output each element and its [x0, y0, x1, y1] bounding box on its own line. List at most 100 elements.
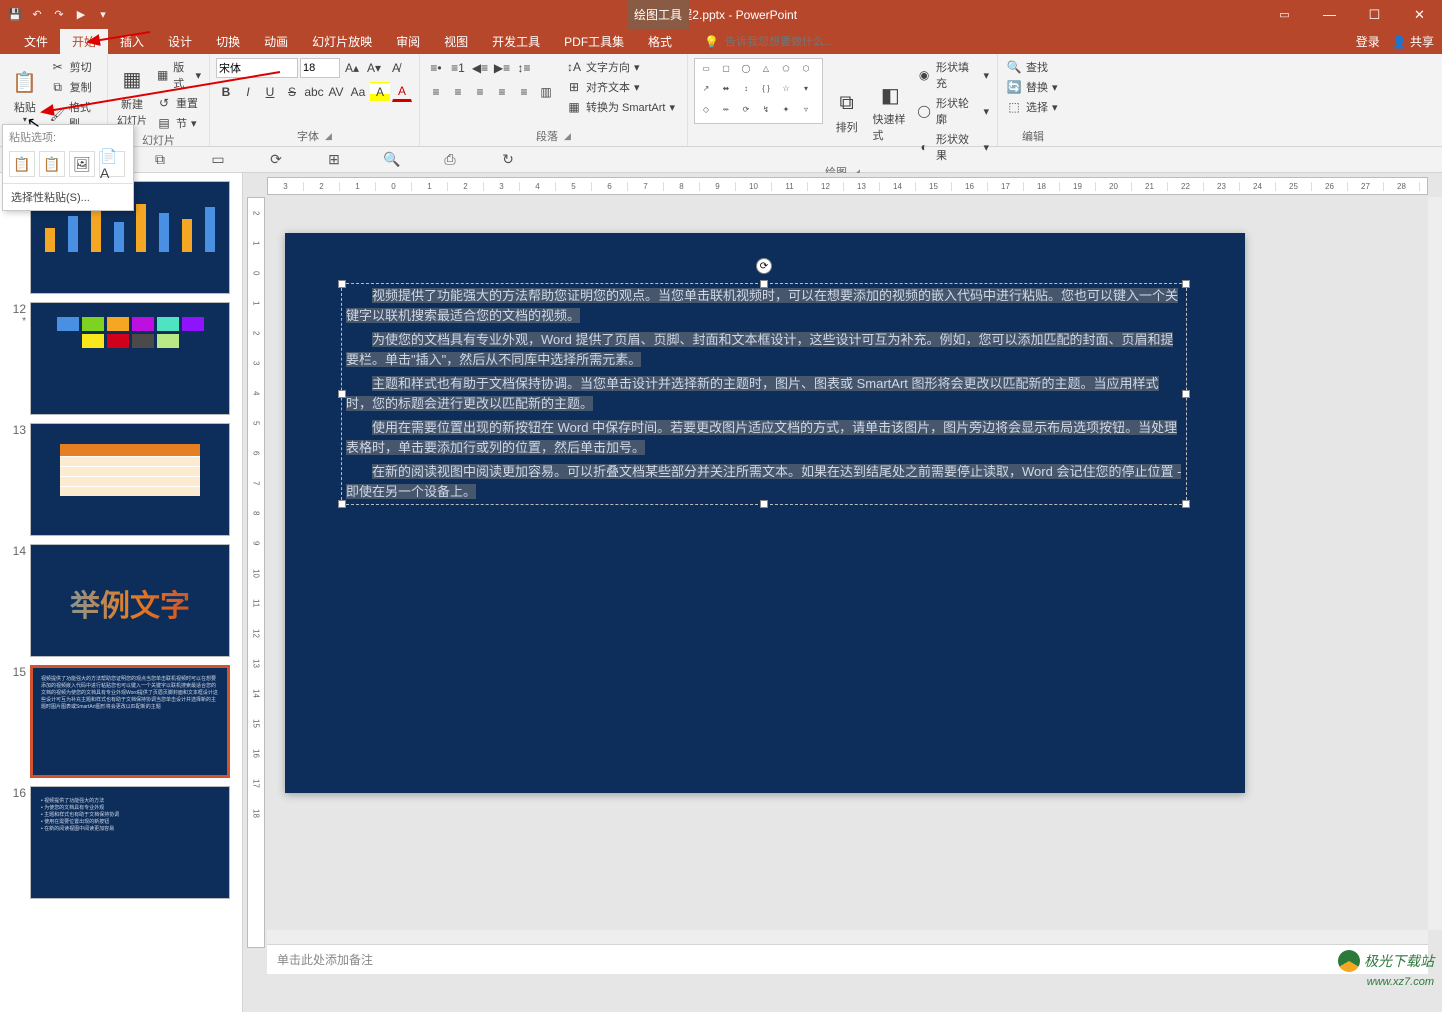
resize-handle[interactable]	[1182, 280, 1190, 288]
numbering-button[interactable]: ≡1	[448, 58, 468, 78]
paste-option-keep-source[interactable]: 📋	[39, 151, 65, 177]
font-color-button[interactable]: A	[392, 82, 412, 102]
horizontal-ruler[interactable]: 3210123456789101112131415161718192021222…	[267, 177, 1428, 195]
shadow-button[interactable]: abc	[304, 82, 324, 102]
replace-button[interactable]: 🔄替换▾	[1004, 78, 1062, 96]
slide-text-p3[interactable]: 主题和样式也有助于文档保持协调。当您单击设计并选择新的主题时，图片、图表或 Sm…	[342, 372, 1186, 416]
align-text-button[interactable]: ⊞对齐文本▾	[564, 78, 677, 96]
slide-thumbnail-12[interactable]	[30, 302, 230, 415]
tab-design[interactable]: 设计	[156, 29, 204, 54]
underline-button[interactable]: U	[260, 82, 280, 102]
slide-thumbnail-panel[interactable]: 12* 13 14 举例文字 15 视频提供了功能强大的方法帮助您证明您的观点当…	[0, 173, 243, 1012]
qat-icon-7[interactable]: ↻	[498, 150, 518, 170]
resize-handle[interactable]	[338, 500, 346, 508]
undo-icon[interactable]: ↶	[28, 6, 46, 24]
save-icon[interactable]: 💾	[6, 6, 24, 24]
paste-special-button[interactable]: 选择性粘贴(S)...	[3, 183, 133, 210]
minimize-button[interactable]: —	[1307, 0, 1352, 29]
decrease-indent-button[interactable]: ◀≡	[470, 58, 490, 78]
select-button[interactable]: ⬚选择▾	[1004, 98, 1062, 116]
layout-button[interactable]: ▦版式▾	[154, 58, 203, 92]
dialog-launcher-icon[interactable]: ◢	[564, 131, 571, 142]
current-slide[interactable]: ⟳ 视频提供了功能强大的方法帮助您证明您的观点。当您单击联机视频时，可以在想要添…	[285, 233, 1245, 793]
slide-text-p2[interactable]: 为使您的文档具有专业外观，Word 提供了页眉、页脚、封面和文本框设计，这些设计…	[342, 328, 1186, 372]
resize-handle[interactable]	[1182, 390, 1190, 398]
cut-button[interactable]: ✂剪切	[48, 58, 101, 76]
notes-pane[interactable]: 单击此处添加备注	[267, 944, 1428, 974]
change-case-button[interactable]: Aa	[348, 82, 368, 102]
align-center-button[interactable]: ≡	[448, 82, 468, 102]
tab-slideshow[interactable]: 幻灯片放映	[300, 29, 384, 54]
tab-home[interactable]: 开始	[60, 29, 108, 54]
qat-icon-4[interactable]: ⊞	[324, 150, 344, 170]
font-name-input[interactable]	[216, 58, 298, 78]
share-button[interactable]: 👤 共享	[1392, 33, 1434, 50]
copy-button[interactable]: ⧉复制	[48, 78, 101, 96]
resize-handle[interactable]	[338, 280, 346, 288]
start-from-beginning-icon[interactable]: ▶	[72, 6, 90, 24]
resize-handle[interactable]	[338, 390, 346, 398]
distributed-button[interactable]: ≡	[514, 82, 534, 102]
slide-text-p1[interactable]: 视频提供了功能强大的方法帮助您证明您的观点。当您单击联机视频时，可以在想要添加的…	[342, 284, 1186, 328]
line-spacing-button[interactable]: ↕≡	[514, 58, 534, 78]
horizontal-scrollbar[interactable]	[267, 930, 1428, 944]
textbox-selected[interactable]: ⟳ 视频提供了功能强大的方法帮助您证明您的观点。当您单击联机视频时，可以在想要添…	[341, 283, 1187, 505]
slide-thumbnail-13[interactable]	[30, 423, 230, 536]
resize-handle[interactable]	[760, 500, 768, 508]
bold-button[interactable]: B	[216, 82, 236, 102]
align-right-button[interactable]: ≡	[470, 82, 490, 102]
tab-developer[interactable]: 开发工具	[480, 29, 552, 54]
close-button[interactable]: ✕	[1397, 0, 1442, 29]
tab-animations[interactable]: 动画	[252, 29, 300, 54]
tell-me[interactable]: 💡	[704, 35, 875, 49]
font-size-input[interactable]	[300, 58, 340, 78]
char-spacing-button[interactable]: AV	[326, 82, 346, 102]
shape-outline-button[interactable]: ◯形状轮廓▾	[914, 94, 991, 128]
tab-transitions[interactable]: 切换	[204, 29, 252, 54]
ribbon-display-icon[interactable]: ▭	[1262, 0, 1307, 29]
qat-icon-6[interactable]: ⎙	[440, 150, 460, 170]
clear-format-icon[interactable]: A̸	[386, 58, 406, 78]
slide-text-p4[interactable]: 使用在需要位置出现的新按钮在 Word 中保存时间。若要更改图片适应文档的方式，…	[342, 416, 1186, 460]
align-left-button[interactable]: ≡	[426, 82, 446, 102]
qat-icon-2[interactable]: ▭	[208, 150, 228, 170]
dialog-launcher-icon[interactable]: ◢	[325, 131, 332, 142]
section-button[interactable]: ▤节▾	[154, 114, 203, 132]
tab-file[interactable]: 文件	[12, 29, 60, 54]
bullets-button[interactable]: ≡•	[426, 58, 446, 78]
increase-font-icon[interactable]: A▴	[342, 58, 362, 78]
slide-thumbnail-14[interactable]: 举例文字	[30, 544, 230, 657]
tab-review[interactable]: 审阅	[384, 29, 432, 54]
paste-option-text-only[interactable]: 📄A	[99, 151, 125, 177]
paste-option-dest-theme[interactable]: 📋	[9, 151, 35, 177]
convert-smartart-button[interactable]: ▦转换为 SmartArt▾	[564, 98, 677, 116]
new-slide-button[interactable]: ▦ 新建 幻灯片	[114, 58, 150, 132]
tab-pdf[interactable]: PDF工具集	[552, 29, 636, 54]
slide-text-p5[interactable]: 在新的阅读视图中阅读更加容易。可以折叠文档某些部分并关注所需文本。如果在达到结尾…	[342, 460, 1186, 504]
maximize-button[interactable]: ☐	[1352, 0, 1397, 29]
shape-effects-button[interactable]: ◐形状效果▾	[914, 130, 991, 164]
strikethrough-button[interactable]: S	[282, 82, 302, 102]
vertical-ruler[interactable]: 210123456789101112131415161718	[247, 197, 265, 948]
resize-handle[interactable]	[760, 280, 768, 288]
qat-icon-1[interactable]: ⧉	[150, 150, 170, 170]
shape-fill-button[interactable]: ◉形状填充▾	[914, 58, 991, 92]
login-link[interactable]: 登录	[1356, 33, 1380, 50]
tab-view[interactable]: 视图	[432, 29, 480, 54]
qat-icon-3[interactable]: ⟳	[266, 150, 286, 170]
resize-handle[interactable]	[1182, 500, 1190, 508]
text-direction-button[interactable]: ↕A文字方向▾	[564, 58, 677, 76]
decrease-font-icon[interactable]: A▾	[364, 58, 384, 78]
paste-option-picture[interactable]: 🖼	[69, 151, 95, 177]
highlight-button[interactable]: A	[370, 82, 390, 102]
vertical-scrollbar[interactable]	[1428, 197, 1442, 930]
columns-button[interactable]: ▥	[536, 82, 556, 102]
quick-styles-button[interactable]: ◧快速样式	[871, 58, 911, 164]
rotation-handle-icon[interactable]: ⟳	[756, 258, 772, 274]
italic-button[interactable]: I	[238, 82, 258, 102]
find-button[interactable]: 🔍查找	[1004, 58, 1062, 76]
slide-thumbnail-15-selected[interactable]: 视频提供了功能强大的方法帮助您证明您的观点当您单击联机视频时可以在想要添加的视频…	[30, 665, 230, 778]
arrange-button[interactable]: ⧉排列	[827, 58, 867, 164]
qat-more-icon[interactable]: ▾	[94, 6, 112, 24]
increase-indent-button[interactable]: ▶≡	[492, 58, 512, 78]
